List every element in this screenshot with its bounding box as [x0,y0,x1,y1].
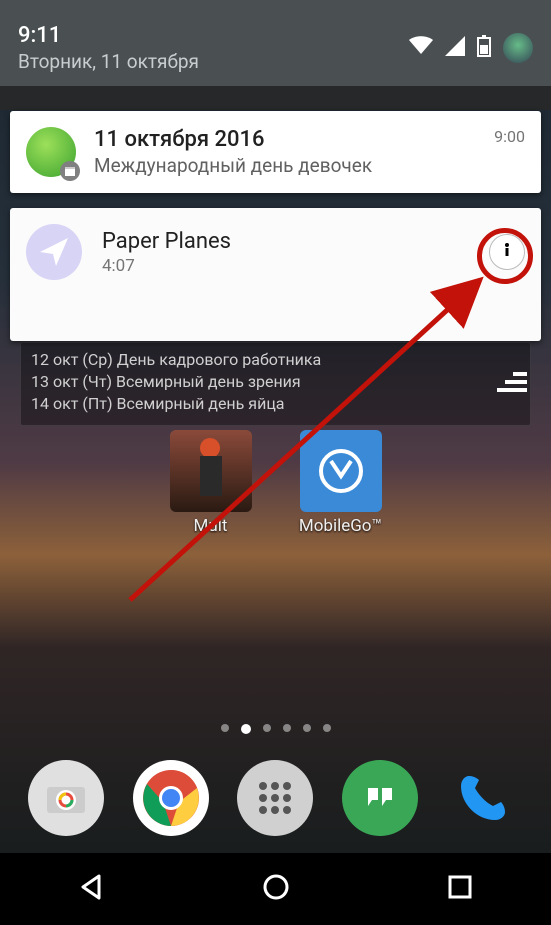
info-button[interactable] [489,234,525,270]
shade-header[interactable]: 9:11 Вторник, 11 октября [0,0,551,86]
calendar-row: 14 окт (Пт) Всемирный день яйца [31,393,520,415]
calendar-badge-icon [60,161,80,181]
home-apps-row: Mult MobileGo™ [0,430,551,536]
nav-back[interactable] [77,872,107,906]
cell-signal-icon [445,36,465,60]
app-mult[interactable]: Mult [166,430,256,536]
notif-subtitle: Международный день девочек [94,154,476,177]
dock-camera[interactable] [28,760,104,836]
dock-chrome[interactable] [133,760,209,836]
wifi-icon [409,36,433,60]
nav-recents[interactable] [446,873,474,905]
globe-icon [26,127,76,177]
notification-calendar[interactable]: 11 октября 2016 Международный день девоч… [10,111,541,193]
app-mobilego[interactable]: MobileGo™ [296,430,386,536]
notif-title: Paper Planes [102,229,231,254]
page-indicator[interactable] [0,724,551,734]
nav-home[interactable] [261,872,291,906]
shade-handle-icon[interactable] [497,372,527,392]
user-avatar[interactable] [503,33,533,63]
shade-sub [0,86,551,110]
notif-title: 11 октября 2016 [94,127,476,152]
mobilego-icon [300,430,382,512]
nav-bar [0,853,551,925]
app-label: MobileGo™ [299,516,382,536]
notification-paper-planes[interactable]: Paper Planes 4:07 [10,208,541,341]
notif-subtitle: 4:07 [102,256,231,276]
dock-app-drawer[interactable] [237,760,313,836]
status-date: Вторник, 11 октября [18,50,199,73]
paper-plane-icon [26,224,82,280]
info-icon [497,240,517,264]
app-label: Mult [194,516,228,536]
status-time: 9:11 [18,23,199,48]
calendar-row: 13 окт (Чт) Всемирный день зрения [31,371,520,393]
mult-icon [170,430,252,512]
calendar-widget[interactable]: 12 окт (Ср) День кадрового работника 13 … [20,342,531,426]
notif-time: 9:00 [494,127,525,146]
battery-icon [477,35,491,61]
calendar-row: 12 окт (Ср) День кадрового работника [31,349,520,371]
dock-phone[interactable] [447,760,523,836]
dock-hangouts[interactable] [342,760,418,836]
dock [0,760,551,836]
